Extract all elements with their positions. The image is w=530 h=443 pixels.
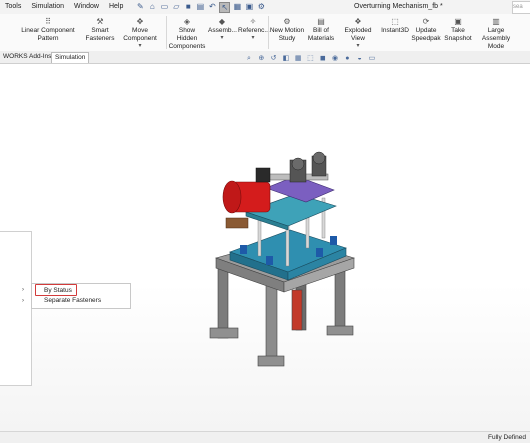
highlight-box (35, 284, 77, 296)
button-label: Smart Fasteners (85, 27, 115, 42)
view-settings-icon[interactable]: ▭ (367, 54, 377, 63)
pattern-icon: ⠿ (45, 17, 51, 26)
update-speedpak-button[interactable]: ⟳ Update Speedpak (411, 17, 441, 43)
dropdown-arrow-icon[interactable]: ▾ (208, 35, 236, 41)
motion-study-icon: ⚙ (283, 17, 291, 26)
button-label: Large Assembly Mode (481, 27, 511, 50)
button-label: Assemb... (208, 27, 237, 34)
menu-window[interactable]: Window (69, 0, 104, 14)
menu-item-separate-fasteners[interactable]: Separate Fasteners (32, 296, 130, 306)
exploded-view-button[interactable]: ❖ Exploded View ▾ (337, 17, 379, 49)
red-slider-part (291, 289, 303, 331)
take-snapshot-button[interactable]: ▣ Take Snapshot (443, 17, 473, 43)
button-label: Linear Component Pattern (21, 27, 75, 42)
heads-up-view-toolbar: ⌕ ⊕ ↺ ◧ ▦ ⬚ ◼ ◉ ● ◒ ▭ (244, 54, 379, 63)
zoom-to-fit-icon[interactable]: ⌕ (244, 54, 254, 63)
status-bar: Fully Defined (0, 431, 530, 443)
submenu-arrow-icon[interactable]: › (22, 287, 24, 293)
dropdown-arrow-icon[interactable]: ▾ (337, 43, 379, 49)
button-label: Show Hidden Components (168, 27, 206, 50)
smart-fasteners-button[interactable]: ⚒ Smart Fasteners (85, 17, 115, 43)
tab-simulation[interactable]: Simulation (51, 52, 90, 63)
button-label: Update Speedpak (411, 27, 441, 42)
select-pointer-icon[interactable]: ↖ (219, 1, 231, 13)
large-assembly-icon: ▥ (492, 17, 500, 26)
reference-geometry-button[interactable]: ✧ Referenc... ▾ (238, 17, 270, 41)
home-icon[interactable]: ⌂ (147, 2, 157, 12)
button-label: Referenc... (238, 27, 270, 34)
button-label: Bill of Materials (307, 27, 335, 42)
exploded-view-icon: ❖ (354, 17, 362, 26)
menu-simulation[interactable]: Simulation (26, 0, 69, 14)
previous-view-icon[interactable]: ↺ (269, 54, 279, 63)
assembly-model[interactable] (196, 140, 396, 390)
print-icon[interactable]: ▤ (195, 2, 205, 12)
button-label: Instant3D (381, 27, 409, 34)
ribbon-separator (166, 16, 167, 49)
hide-show-items-icon[interactable]: ◉ (330, 54, 340, 63)
edit-appearance-icon[interactable]: ● (342, 54, 352, 63)
section-view-icon[interactable]: ◧ (281, 54, 291, 63)
button-label: Exploded View (344, 27, 372, 42)
dynamic-annotation-icon[interactable]: ▦ (293, 54, 303, 63)
menu-item-label: Separate Fasteners (44, 297, 102, 304)
context-menu-panel: › › (0, 231, 32, 386)
search-input[interactable]: sea (512, 1, 530, 14)
linear-component-pattern-button[interactable]: ⠿ Linear Component Pattern (11, 17, 85, 43)
move-component-button[interactable]: ✥ Move Component ▾ (115, 17, 165, 49)
instant3d-icon: ⬚ (391, 17, 399, 26)
open-folder-icon[interactable]: ▱ (171, 2, 181, 12)
zoom-to-area-icon[interactable]: ⊕ (256, 54, 266, 63)
show-hidden-icon: ◈ (183, 17, 191, 26)
view-orientation-icon[interactable]: ⬚ (305, 54, 315, 63)
show-hidden-components-button[interactable]: ◈ Show Hidden Components (168, 17, 206, 51)
menu-tools[interactable]: Tools (0, 0, 26, 14)
speedpak-icon: ⟳ (422, 17, 430, 26)
apply-scene-icon[interactable]: ◒ (355, 54, 365, 63)
file-properties-icon[interactable]: ▣ (244, 2, 254, 12)
status-text: Fully Defined (488, 434, 526, 441)
command-manager-ribbon: ⠿ Linear Component Pattern ⚒ Smart Faste… (0, 14, 530, 52)
fastener-icon: ⚒ (96, 17, 104, 26)
quick-access-toolbar: ✎ ⌂ ▭ ▱ ■ ▤ ↶ ↖ ▦ ▣ ⚙ (134, 0, 267, 14)
options-icon[interactable]: ⚙ (256, 2, 266, 12)
dropdown-arrow-icon[interactable]: ▾ (238, 35, 268, 41)
dropdown-arrow-icon[interactable]: ▾ (115, 43, 165, 49)
new-file-icon[interactable]: ▭ (159, 2, 169, 12)
new-motion-study-button[interactable]: ⚙ New Motion Study (269, 17, 305, 43)
undo-icon[interactable]: ↶ (207, 2, 217, 12)
button-label: Move Component (123, 27, 157, 42)
bill-of-materials-button[interactable]: ▤ Bill of Materials (306, 17, 336, 43)
display-style-icon[interactable]: ◼ (318, 54, 328, 63)
snapshot-icon: ▣ (454, 17, 462, 26)
move-icon: ✥ (136, 17, 144, 26)
button-label: New Motion Study (269, 27, 305, 42)
submenu-arrow-icon[interactable]: › (22, 298, 24, 304)
save-icon[interactable]: ■ (183, 2, 193, 12)
large-assembly-mode-button[interactable]: ▥ Large Assembly Mode (474, 17, 518, 51)
tab-add-ins[interactable]: WORKS Add-Ins (0, 52, 56, 62)
menu-bar: Tools Simulation Window Help ✎ ⌂ ▭ ▱ ■ ▤… (0, 0, 530, 14)
instant3d-button[interactable]: ⬚ Instant3D (380, 17, 410, 35)
document-title: Overturning Mechanism_fb * (354, 3, 443, 10)
menu-help[interactable]: Help (104, 0, 128, 14)
button-label: Take Snapshot (444, 27, 472, 42)
bom-icon: ▤ (317, 17, 325, 26)
assembly-icon: ◆ (218, 17, 226, 26)
reference-icon: ✧ (249, 17, 257, 26)
assembly-features-button[interactable]: ◆ Assemb... ▾ (208, 17, 237, 41)
pin-icon[interactable]: ✎ (135, 2, 145, 12)
rebuild-icon[interactable]: ▦ (232, 2, 242, 12)
